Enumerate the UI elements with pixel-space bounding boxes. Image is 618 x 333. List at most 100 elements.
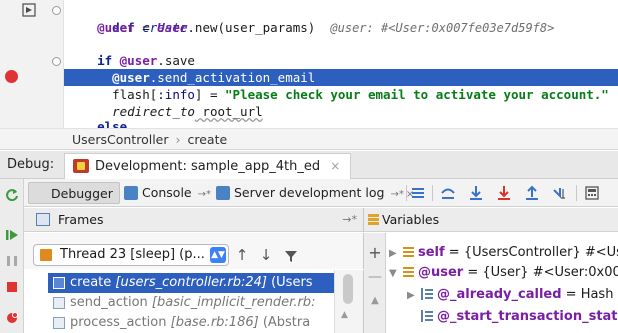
method-call: .save [157, 53, 195, 68]
thread-icon [40, 249, 52, 261]
code-editor[interactable]: def create @user = User.new(user_params)… [0, 0, 618, 130]
show-execution-point-icon[interactable] [410, 184, 426, 202]
debug-label: Debug: [7, 157, 55, 172]
frames-list[interactable]: create [users_controller.rb:24] (Users s… [48, 270, 334, 333]
variable-icon [403, 247, 414, 257]
keyword: if [97, 53, 113, 68]
identifier: flash[ [112, 87, 158, 102]
variable-row[interactable]: @_start_transaction_state = E [407, 307, 618, 327]
toolbar-divider [576, 185, 577, 201]
variables-actions-strip: + — ▲ [364, 233, 386, 333]
console-pin[interactable]: →* [198, 189, 211, 200]
variables-icon [368, 214, 379, 225]
step-over-icon[interactable] [440, 184, 456, 202]
debug-tool-window-header: Debug: Development: sample_app_4th_ed × [0, 151, 618, 179]
code-line: def create [64, 2, 618, 35]
debug-session-tab[interactable]: Development: sample_app_4th_ed × [64, 153, 352, 179]
frames-scrollbar[interactable]: ▲ [334, 270, 364, 333]
inline-debug-value: @user: #<User:0x007fe03e7d59f8> [330, 21, 555, 35]
variable-row[interactable]: ▶ @_already_called = Hash (10 e [407, 285, 618, 305]
breadcrumb-controller[interactable]: UsersController [72, 132, 169, 147]
frame-class: (Users [266, 275, 313, 290]
close-tab-icon[interactable]: × [330, 159, 340, 173]
variable-value: = {User} #<User:0x007fe0 [467, 265, 618, 280]
scroll-up-icon[interactable]: ▲ [341, 310, 348, 320]
expand-icon[interactable]: ▶ [407, 286, 419, 305]
tab-console[interactable]: Console →* [124, 182, 211, 204]
scrollbar-thumb[interactable] [343, 274, 353, 304]
editor-gutter[interactable] [0, 0, 64, 128]
expand-icon[interactable]: ▶ [389, 244, 401, 263]
variable-name: @_start_transaction_state [437, 309, 618, 324]
frame-item[interactable]: send_action [basic_implicit_render.rb: [48, 293, 334, 313]
frame-method: process_action [70, 315, 167, 330]
frame-class: (Abstra [258, 315, 311, 330]
frame-item[interactable]: create [users_controller.rb:24] (Users [48, 273, 334, 293]
method-call: .send_activation_email [149, 70, 316, 85]
frame-location: [base.rb:186] [170, 315, 259, 330]
tab-server-log[interactable]: Server development log →* × [216, 182, 414, 204]
move-up-icon[interactable]: ▲ [368, 295, 382, 306]
step-out-icon[interactable] [524, 184, 540, 202]
view-breakpoints-icon[interactable] [4, 309, 20, 325]
toolbar-divider [432, 185, 433, 201]
frame-method: send_action [70, 295, 148, 310]
evaluate-expression-icon[interactable] [584, 184, 600, 202]
remove-watch-icon[interactable]: — [368, 269, 382, 285]
frame-item[interactable]: process_action [base.rb:186] (Abstra [48, 313, 334, 333]
instance-variable: @user [119, 53, 158, 68]
variable-name: @user [418, 265, 464, 280]
frame-method: create [70, 275, 112, 290]
breadcrumb-separator: › [175, 132, 181, 147]
debug-actions-strip [0, 179, 24, 333]
thread-dropdown[interactable]: Thread 23 [sleep] (p... ▲▼ [33, 244, 229, 266]
operator: ] = [194, 87, 226, 102]
server-log-label: Server development log [234, 185, 385, 200]
frame-icon [53, 317, 65, 329]
field-icon [421, 310, 433, 322]
frames-icon [36, 213, 50, 226]
string-literal: "Please check your email to activate you… [225, 87, 609, 102]
debug-session-label: Development: sample_app_4th_ed [95, 159, 321, 174]
variable-row[interactable]: ▶ self = {UsersController} #<Users( [389, 243, 618, 263]
dropdown-caret-icon[interactable]: ▲▼ [210, 247, 226, 263]
code-line: flash[:info] = "Please check your email … [64, 86, 618, 103]
filter-icon[interactable] [284, 249, 298, 263]
breadcrumb-action[interactable]: create [188, 132, 228, 147]
variables-title: Variables [382, 212, 440, 227]
instance-variable: @user [97, 20, 135, 35]
frame-location: [users_controller.rb:24] [115, 275, 267, 290]
fold-marker-icon[interactable] [52, 57, 61, 66]
instance-variable: @user [112, 70, 150, 85]
run-gutter-icon[interactable] [22, 3, 36, 17]
stop-icon[interactable] [4, 279, 20, 295]
frame-location: [basic_implicit_render.rb: [151, 295, 316, 310]
variable-row[interactable]: ▼ @user = {User} #<User:0x007fe0 [389, 263, 618, 283]
thread-label: Thread 23 [sleep] (p... [60, 247, 205, 262]
rerun-icon[interactable] [4, 187, 20, 203]
arrow-up-icon[interactable]: ↑ [234, 244, 250, 266]
breadcrumb: UsersController › create [0, 128, 618, 150]
run-to-cursor-icon[interactable] [552, 184, 568, 202]
current-execution-line: @user.send_activation_email [64, 69, 618, 86]
symbol: :info [157, 87, 195, 102]
variable-name: self [418, 245, 445, 260]
identifier: root_url [194, 104, 263, 119]
fold-marker-icon[interactable] [52, 6, 61, 15]
collapse-icon[interactable]: ▼ [389, 264, 401, 283]
console-label: Console [142, 185, 192, 200]
server-log-pin[interactable]: →* [390, 189, 403, 200]
resume-icon[interactable] [4, 227, 20, 243]
variable-name: @_already_called [437, 287, 562, 302]
console-icon [124, 186, 138, 200]
breakpoint-icon[interactable] [5, 70, 18, 83]
add-watch-icon[interactable]: + [368, 243, 382, 262]
pause-icon[interactable] [4, 253, 20, 269]
arrow-down-icon[interactable]: ↓ [258, 244, 274, 266]
tab-debugger[interactable]: Debugger [28, 182, 120, 204]
variable-icon [403, 267, 414, 277]
force-step-into-icon[interactable] [496, 184, 512, 202]
class-name: User [157, 20, 188, 35]
frames-pin[interactable]: →* [342, 208, 357, 231]
step-into-icon[interactable] [468, 184, 484, 202]
